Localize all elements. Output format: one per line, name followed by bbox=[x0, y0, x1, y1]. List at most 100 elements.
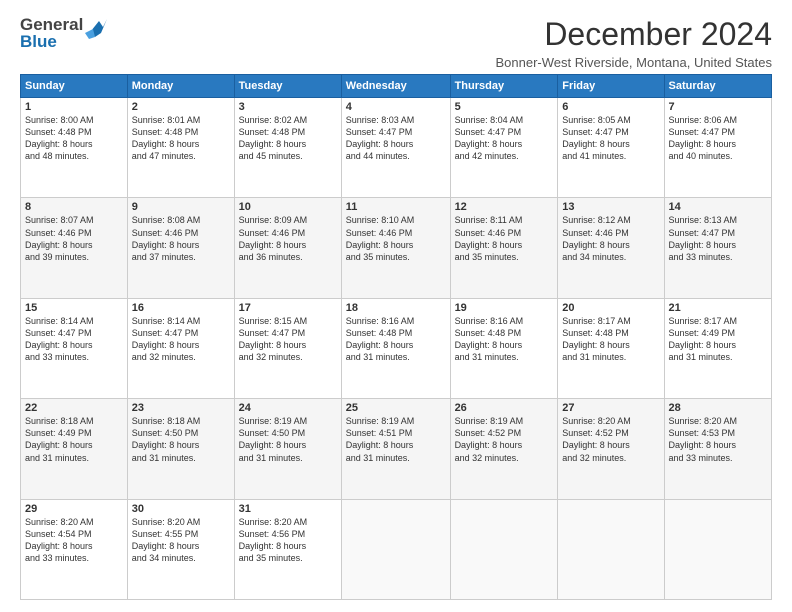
calendar-cell: 20 Sunrise: 8:17 AM Sunset: 4:48 PM Dayl… bbox=[558, 298, 664, 398]
day-info: Sunrise: 8:02 AM Sunset: 4:48 PM Dayligh… bbox=[239, 114, 337, 163]
calendar-cell: 2 Sunrise: 8:01 AM Sunset: 4:48 PM Dayli… bbox=[127, 98, 234, 198]
day-info: Sunrise: 8:04 AM Sunset: 4:47 PM Dayligh… bbox=[455, 114, 554, 163]
day-number: 9 bbox=[132, 201, 230, 213]
day-number: 8 bbox=[25, 201, 123, 213]
day-number: 3 bbox=[239, 101, 337, 113]
calendar-cell bbox=[558, 499, 664, 599]
calendar-cell: 23 Sunrise: 8:18 AM Sunset: 4:50 PM Dayl… bbox=[127, 399, 234, 499]
day-info: Sunrise: 8:13 AM Sunset: 4:47 PM Dayligh… bbox=[669, 214, 767, 263]
day-number: 29 bbox=[25, 503, 123, 515]
calendar-cell: 7 Sunrise: 8:06 AM Sunset: 4:47 PM Dayli… bbox=[664, 98, 771, 198]
title-block: December 2024 Bonner-West Riverside, Mon… bbox=[495, 16, 772, 70]
logo-general: General bbox=[20, 16, 83, 33]
day-info: Sunrise: 8:18 AM Sunset: 4:50 PM Dayligh… bbox=[132, 415, 230, 464]
calendar-header-row: SundayMondayTuesdayWednesdayThursdayFrid… bbox=[21, 75, 772, 98]
day-number: 19 bbox=[455, 302, 554, 314]
calendar-cell: 12 Sunrise: 8:11 AM Sunset: 4:46 PM Dayl… bbox=[450, 198, 558, 298]
col-header-wednesday: Wednesday bbox=[341, 75, 450, 98]
day-info: Sunrise: 8:19 AM Sunset: 4:52 PM Dayligh… bbox=[455, 415, 554, 464]
day-info: Sunrise: 8:00 AM Sunset: 4:48 PM Dayligh… bbox=[25, 114, 123, 163]
logo-bird-icon bbox=[85, 19, 107, 44]
day-info: Sunrise: 8:15 AM Sunset: 4:47 PM Dayligh… bbox=[239, 315, 337, 364]
day-info: Sunrise: 8:05 AM Sunset: 4:47 PM Dayligh… bbox=[562, 114, 659, 163]
col-header-saturday: Saturday bbox=[664, 75, 771, 98]
calendar-cell: 21 Sunrise: 8:17 AM Sunset: 4:49 PM Dayl… bbox=[664, 298, 771, 398]
calendar-cell: 27 Sunrise: 8:20 AM Sunset: 4:52 PM Dayl… bbox=[558, 399, 664, 499]
col-header-sunday: Sunday bbox=[21, 75, 128, 98]
day-info: Sunrise: 8:11 AM Sunset: 4:46 PM Dayligh… bbox=[455, 214, 554, 263]
header: General Blue December 2024 Bonner-West R… bbox=[20, 16, 772, 70]
calendar-cell: 28 Sunrise: 8:20 AM Sunset: 4:53 PM Dayl… bbox=[664, 399, 771, 499]
calendar-week-1: 1 Sunrise: 8:00 AM Sunset: 4:48 PM Dayli… bbox=[21, 98, 772, 198]
calendar-cell: 22 Sunrise: 8:18 AM Sunset: 4:49 PM Dayl… bbox=[21, 399, 128, 499]
day-info: Sunrise: 8:09 AM Sunset: 4:46 PM Dayligh… bbox=[239, 214, 337, 263]
location: Bonner-West Riverside, Montana, United S… bbox=[495, 55, 772, 70]
day-number: 20 bbox=[562, 302, 659, 314]
day-number: 27 bbox=[562, 402, 659, 414]
calendar-week-3: 15 Sunrise: 8:14 AM Sunset: 4:47 PM Dayl… bbox=[21, 298, 772, 398]
day-number: 2 bbox=[132, 101, 230, 113]
calendar-cell bbox=[664, 499, 771, 599]
day-number: 21 bbox=[669, 302, 767, 314]
calendar-cell: 1 Sunrise: 8:00 AM Sunset: 4:48 PM Dayli… bbox=[21, 98, 128, 198]
calendar-cell: 10 Sunrise: 8:09 AM Sunset: 4:46 PM Dayl… bbox=[234, 198, 341, 298]
day-info: Sunrise: 8:03 AM Sunset: 4:47 PM Dayligh… bbox=[346, 114, 446, 163]
calendar-cell: 30 Sunrise: 8:20 AM Sunset: 4:55 PM Dayl… bbox=[127, 499, 234, 599]
day-info: Sunrise: 8:06 AM Sunset: 4:47 PM Dayligh… bbox=[669, 114, 767, 163]
col-header-tuesday: Tuesday bbox=[234, 75, 341, 98]
day-info: Sunrise: 8:17 AM Sunset: 4:49 PM Dayligh… bbox=[669, 315, 767, 364]
day-number: 17 bbox=[239, 302, 337, 314]
day-number: 6 bbox=[562, 101, 659, 113]
calendar-week-4: 22 Sunrise: 8:18 AM Sunset: 4:49 PM Dayl… bbox=[21, 399, 772, 499]
day-info: Sunrise: 8:20 AM Sunset: 4:55 PM Dayligh… bbox=[132, 516, 230, 565]
day-info: Sunrise: 8:14 AM Sunset: 4:47 PM Dayligh… bbox=[25, 315, 123, 364]
day-number: 5 bbox=[455, 101, 554, 113]
day-info: Sunrise: 8:18 AM Sunset: 4:49 PM Dayligh… bbox=[25, 415, 123, 464]
day-info: Sunrise: 8:01 AM Sunset: 4:48 PM Dayligh… bbox=[132, 114, 230, 163]
day-number: 26 bbox=[455, 402, 554, 414]
calendar-cell: 3 Sunrise: 8:02 AM Sunset: 4:48 PM Dayli… bbox=[234, 98, 341, 198]
day-number: 28 bbox=[669, 402, 767, 414]
calendar-table: SundayMondayTuesdayWednesdayThursdayFrid… bbox=[20, 74, 772, 600]
day-info: Sunrise: 8:20 AM Sunset: 4:53 PM Dayligh… bbox=[669, 415, 767, 464]
day-number: 11 bbox=[346, 201, 446, 213]
calendar-cell: 24 Sunrise: 8:19 AM Sunset: 4:50 PM Dayl… bbox=[234, 399, 341, 499]
day-info: Sunrise: 8:20 AM Sunset: 4:56 PM Dayligh… bbox=[239, 516, 337, 565]
day-info: Sunrise: 8:12 AM Sunset: 4:46 PM Dayligh… bbox=[562, 214, 659, 263]
calendar-cell: 29 Sunrise: 8:20 AM Sunset: 4:54 PM Dayl… bbox=[21, 499, 128, 599]
day-info: Sunrise: 8:14 AM Sunset: 4:47 PM Dayligh… bbox=[132, 315, 230, 364]
day-number: 22 bbox=[25, 402, 123, 414]
calendar-cell: 4 Sunrise: 8:03 AM Sunset: 4:47 PM Dayli… bbox=[341, 98, 450, 198]
calendar-cell: 18 Sunrise: 8:16 AM Sunset: 4:48 PM Dayl… bbox=[341, 298, 450, 398]
day-number: 4 bbox=[346, 101, 446, 113]
day-number: 24 bbox=[239, 402, 337, 414]
day-number: 23 bbox=[132, 402, 230, 414]
calendar-cell bbox=[341, 499, 450, 599]
calendar-cell: 16 Sunrise: 8:14 AM Sunset: 4:47 PM Dayl… bbox=[127, 298, 234, 398]
calendar-cell: 13 Sunrise: 8:12 AM Sunset: 4:46 PM Dayl… bbox=[558, 198, 664, 298]
calendar-cell: 31 Sunrise: 8:20 AM Sunset: 4:56 PM Dayl… bbox=[234, 499, 341, 599]
calendar-cell bbox=[450, 499, 558, 599]
calendar-cell: 14 Sunrise: 8:13 AM Sunset: 4:47 PM Dayl… bbox=[664, 198, 771, 298]
day-number: 30 bbox=[132, 503, 230, 515]
calendar-cell: 5 Sunrise: 8:04 AM Sunset: 4:47 PM Dayli… bbox=[450, 98, 558, 198]
day-info: Sunrise: 8:19 AM Sunset: 4:50 PM Dayligh… bbox=[239, 415, 337, 464]
calendar-week-2: 8 Sunrise: 8:07 AM Sunset: 4:46 PM Dayli… bbox=[21, 198, 772, 298]
day-number: 14 bbox=[669, 201, 767, 213]
calendar-cell: 19 Sunrise: 8:16 AM Sunset: 4:48 PM Dayl… bbox=[450, 298, 558, 398]
logo-blue: Blue bbox=[20, 33, 83, 50]
day-number: 12 bbox=[455, 201, 554, 213]
col-header-thursday: Thursday bbox=[450, 75, 558, 98]
day-number: 25 bbox=[346, 402, 446, 414]
day-info: Sunrise: 8:20 AM Sunset: 4:54 PM Dayligh… bbox=[25, 516, 123, 565]
calendar-cell: 15 Sunrise: 8:14 AM Sunset: 4:47 PM Dayl… bbox=[21, 298, 128, 398]
page: General Blue December 2024 Bonner-West R… bbox=[0, 0, 792, 612]
logo-name: General Blue bbox=[20, 16, 83, 50]
day-info: Sunrise: 8:07 AM Sunset: 4:46 PM Dayligh… bbox=[25, 214, 123, 263]
day-number: 1 bbox=[25, 101, 123, 113]
col-header-friday: Friday bbox=[558, 75, 664, 98]
col-header-monday: Monday bbox=[127, 75, 234, 98]
day-info: Sunrise: 8:08 AM Sunset: 4:46 PM Dayligh… bbox=[132, 214, 230, 263]
calendar-cell: 8 Sunrise: 8:07 AM Sunset: 4:46 PM Dayli… bbox=[21, 198, 128, 298]
day-number: 31 bbox=[239, 503, 337, 515]
